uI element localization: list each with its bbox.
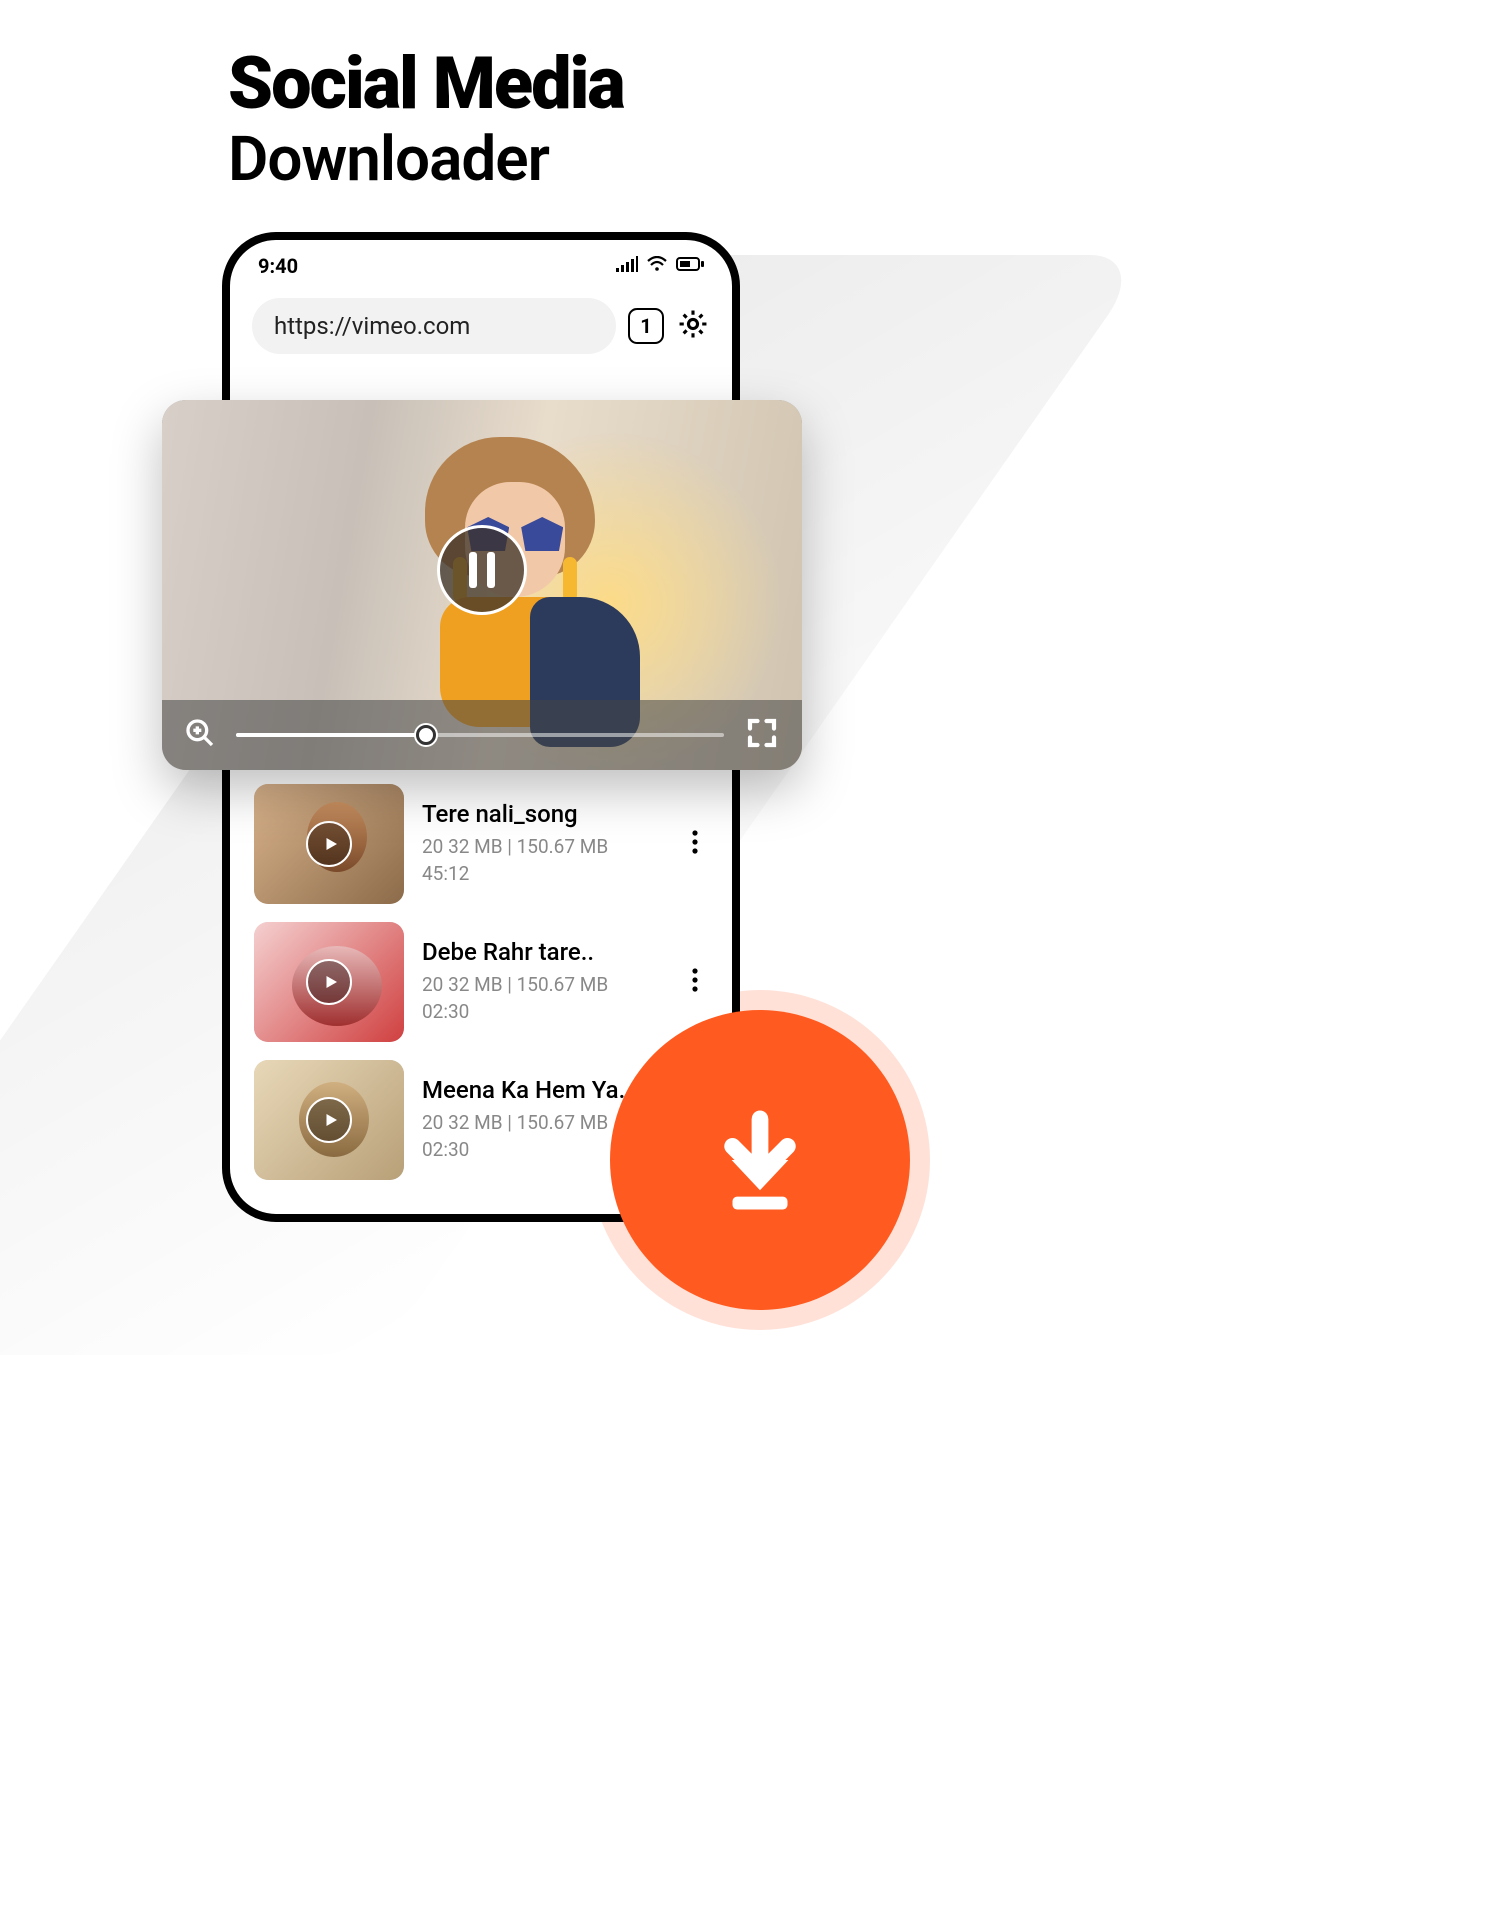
signal-icon [616, 256, 638, 276]
progress-fill [236, 733, 426, 737]
title-line-1: Social Media [228, 48, 624, 120]
video-info: Tere nali_song 20 32 MB | 150.67 MB 45:1… [422, 800, 664, 887]
video-size: 20 32 MB | 150.67 MB [422, 972, 664, 999]
video-thumbnail[interactable] [254, 1060, 404, 1180]
more-options-icon[interactable] [682, 958, 708, 1006]
download-button[interactable] [610, 1010, 910, 1310]
play-icon [306, 821, 352, 867]
video-thumbnail[interactable] [254, 922, 404, 1042]
video-info: Debe Rahr tare.. 20 32 MB | 150.67 MB 02… [422, 938, 664, 1025]
wifi-icon [646, 256, 668, 276]
more-options-icon[interactable] [682, 820, 708, 868]
zoom-in-icon[interactable] [184, 717, 216, 753]
video-duration: 45:12 [422, 861, 664, 888]
status-bar: 9:40 [230, 240, 732, 288]
status-time: 9:40 [258, 254, 298, 278]
play-icon [306, 959, 352, 1005]
player-controls [162, 700, 802, 770]
tab-count-value: 1 [640, 314, 651, 338]
pause-icon [469, 552, 477, 588]
url-row: https://vimeo.com 1 [230, 288, 732, 354]
video-duration: 02:30 [422, 999, 664, 1026]
pause-icon [487, 552, 495, 588]
title-line-2: Downloader [228, 126, 624, 194]
video-player[interactable] [162, 400, 802, 770]
video-title: Debe Rahr tare.. [422, 938, 664, 966]
video-list-item[interactable]: Debe Rahr tare.. 20 32 MB | 150.67 MB 02… [254, 922, 708, 1042]
page-title: Social Media Downloader [228, 48, 624, 194]
progress-thumb[interactable] [416, 725, 436, 745]
progress-slider[interactable] [236, 733, 724, 737]
video-title: Tere nali_song [422, 800, 664, 828]
download-icon [705, 1105, 815, 1215]
url-input[interactable]: https://vimeo.com [252, 298, 616, 354]
pause-button[interactable] [437, 525, 527, 615]
status-icons [616, 256, 704, 276]
battery-icon [676, 256, 704, 276]
video-size: 20 32 MB | 150.67 MB [422, 834, 664, 861]
video-thumbnail[interactable] [254, 784, 404, 904]
settings-icon[interactable] [676, 307, 710, 345]
tab-count-button[interactable]: 1 [628, 308, 664, 344]
video-list-item[interactable]: Tere nali_song 20 32 MB | 150.67 MB 45:1… [254, 784, 708, 904]
play-icon [306, 1097, 352, 1143]
fullscreen-icon[interactable] [744, 715, 780, 755]
